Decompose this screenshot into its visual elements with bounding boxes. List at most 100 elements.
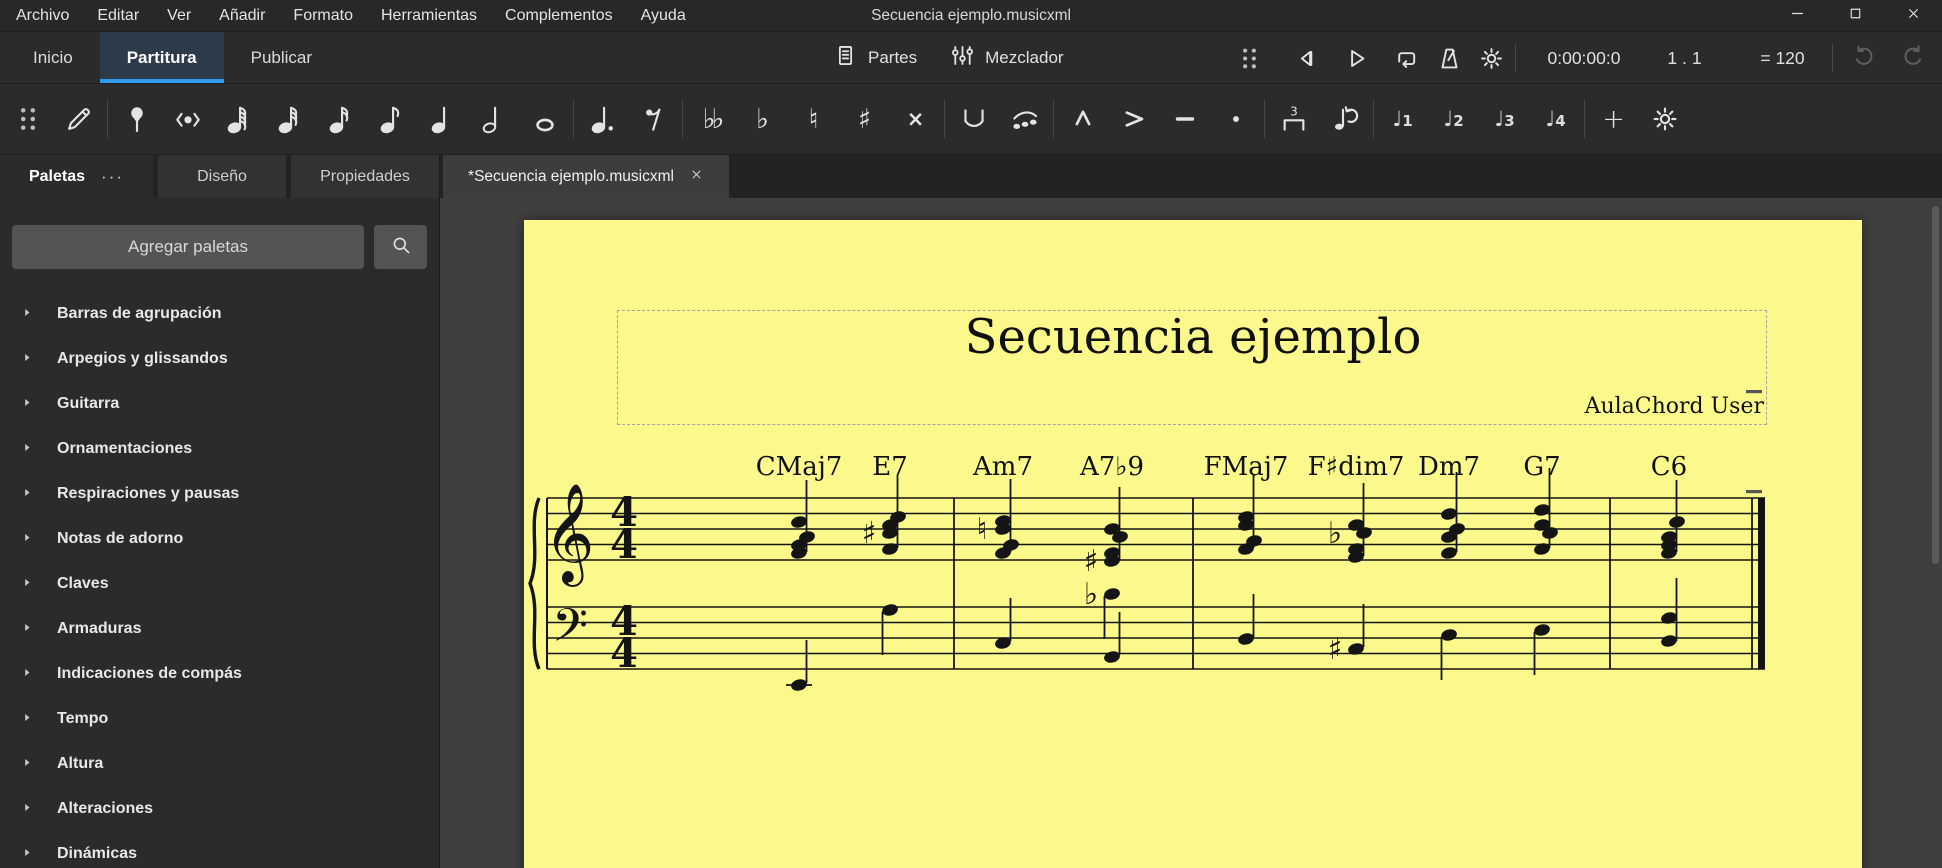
menu-item[interactable]: Archivo xyxy=(2,0,83,31)
palette-item[interactable]: Barras de agrupación xyxy=(12,291,427,336)
sharp-button[interactable]: ♯ xyxy=(839,90,890,148)
document-tab[interactable]: *Secuencia ejemplo.musicxml xyxy=(443,155,729,198)
minimize-button[interactable] xyxy=(1768,0,1826,31)
palette-item[interactable]: Guitarra xyxy=(12,381,427,426)
chord-symbol[interactable]: F♯dim7 xyxy=(1308,452,1405,482)
flip-direction-button[interactable] xyxy=(1319,90,1370,148)
repitch-button[interactable] xyxy=(162,90,213,148)
palette-item[interactable]: Altura xyxy=(12,741,427,786)
note-quarter-button[interactable] xyxy=(417,90,468,148)
palette-search-button[interactable] xyxy=(374,225,427,269)
palette-item[interactable]: Alteraciones xyxy=(12,786,427,831)
close-button[interactable] xyxy=(1884,0,1942,31)
panel-tab[interactable]: Propiedades xyxy=(291,155,439,198)
redo-button[interactable] xyxy=(1891,38,1933,78)
double-sharp-button[interactable]: × xyxy=(890,90,941,148)
chord-symbol[interactable]: A7♭9 xyxy=(1080,452,1144,482)
note-32nd-button[interactable] xyxy=(264,90,315,148)
menu-item[interactable]: Editar xyxy=(83,0,153,31)
palette-item[interactable]: Respiraciones y pausas xyxy=(12,471,427,516)
add-button[interactable]: + xyxy=(1588,90,1639,148)
staccato-button[interactable] xyxy=(1210,90,1261,148)
menu-item[interactable]: Ayuda xyxy=(627,0,700,31)
chord-symbol[interactable]: E7 xyxy=(872,452,908,482)
voice-1-button[interactable]: ♩ 1 xyxy=(1377,90,1428,148)
toolbar-separator xyxy=(1264,100,1265,138)
left-panel: Paletas ··· Diseño Propiedades Agregar pale… xyxy=(0,155,440,868)
palette-item-label: Armaduras xyxy=(57,619,142,637)
eighth-rest-button[interactable] xyxy=(628,90,679,148)
note-64th-button[interactable] xyxy=(213,90,264,148)
playback-drag-handle[interactable] xyxy=(1228,38,1270,78)
panel-tab[interactable]: Diseño xyxy=(158,155,286,198)
palette-item[interactable]: Tempo xyxy=(12,696,427,741)
palette-item[interactable]: Ornamentaciones xyxy=(12,426,427,471)
undo-button[interactable] xyxy=(1843,38,1885,78)
metronome-button[interactable] xyxy=(1428,38,1470,78)
separator xyxy=(1515,44,1516,72)
chord-symbol[interactable]: Dm7 xyxy=(1418,452,1480,482)
tab-close-icon[interactable] xyxy=(689,167,704,187)
tempo-display[interactable]: = 120 xyxy=(1730,32,1828,86)
tuplet-button[interactable]: 3 xyxy=(1268,90,1319,148)
notehead-cursor-button[interactable] xyxy=(111,90,162,148)
score-canvas[interactable]: Secuencia ejemplo AulaChord User 𝄞 𝄢 4 4 4 4 ♯… xyxy=(440,198,1942,868)
palette-item[interactable]: Indicaciones de compás xyxy=(12,651,427,696)
vertical-scrollbar[interactable] xyxy=(1932,206,1939,564)
palette-item-label: Altura xyxy=(57,754,104,772)
chord-symbol[interactable]: Am7 xyxy=(973,452,1033,482)
settings-button[interactable] xyxy=(1639,90,1690,148)
menu-item[interactable]: Añadir xyxy=(205,0,279,31)
settings-button[interactable] xyxy=(1470,38,1512,78)
drag-handle-button[interactable] xyxy=(2,90,53,148)
menu-item[interactable]: Ver xyxy=(153,0,205,31)
double-flat-button[interactable]: ♭♭ xyxy=(686,90,737,148)
palette-item[interactable]: Dinámicas xyxy=(12,831,427,868)
tenuto-button[interactable] xyxy=(1159,90,1210,148)
palette-item[interactable]: Notas de adorno xyxy=(12,516,427,561)
palette-item[interactable]: Arpegios y glissandos xyxy=(12,336,427,381)
mixer-icon xyxy=(949,42,976,74)
chord-symbol[interactable]: C6 xyxy=(1651,452,1687,482)
menu-item[interactable]: Herramientas xyxy=(367,0,491,31)
palette-item[interactable]: Armaduras xyxy=(12,606,427,651)
tie-button[interactable] xyxy=(948,90,999,148)
slur-button[interactable] xyxy=(999,90,1050,148)
flat-button[interactable]: ♭ xyxy=(737,90,788,148)
note-whole-button[interactable] xyxy=(519,90,570,148)
svg-text:♮: ♮ xyxy=(977,512,988,547)
palette-item[interactable]: Claves xyxy=(12,561,427,606)
playback-time[interactable]: 0:00:00:0 xyxy=(1530,32,1638,84)
main-tab[interactable]: Partitura xyxy=(99,32,224,83)
play-button[interactable] xyxy=(1334,38,1376,78)
menu-item[interactable]: Formato xyxy=(279,0,367,31)
palette-menu-button[interactable]: ··· xyxy=(101,167,124,187)
note-half-button[interactable] xyxy=(468,90,519,148)
accent-button[interactable] xyxy=(1108,90,1159,148)
chord-symbol[interactable]: FMaj7 xyxy=(1204,452,1289,482)
augmentation-dot-button[interactable] xyxy=(577,90,628,148)
marcato-button[interactable] xyxy=(1057,90,1108,148)
voice-2-button[interactable]: ♩ 2 xyxy=(1428,90,1479,148)
menu-item[interactable]: Complementos xyxy=(491,0,627,31)
note-8th-button[interactable] xyxy=(366,90,417,148)
panel-tab[interactable]: Paletas ··· xyxy=(0,155,153,198)
maximize-button[interactable] xyxy=(1826,0,1884,31)
natural-button[interactable]: ♮ xyxy=(788,90,839,148)
parts-button[interactable]: Partes xyxy=(832,42,917,74)
voice-3-button[interactable]: ♩ 3 xyxy=(1479,90,1530,148)
score-page[interactable]: Secuencia ejemplo AulaChord User 𝄞 𝄢 4 4 4 4 ♯… xyxy=(524,220,1862,868)
playback-position[interactable]: 1.1 xyxy=(1652,32,1722,84)
loop-button[interactable] xyxy=(1384,38,1426,78)
expand-triangle-icon xyxy=(22,620,33,638)
voice-4-button[interactable]: ♩ 4 xyxy=(1530,90,1581,148)
note-input-pencil-button[interactable] xyxy=(53,90,104,148)
rewind-button[interactable] xyxy=(1284,38,1326,78)
main-tab[interactable]: Publicar xyxy=(224,32,339,83)
note-16th-button[interactable] xyxy=(315,90,366,148)
add-palettes-button[interactable]: Agregar paletas xyxy=(12,225,364,269)
mixer-button[interactable]: Mezclador xyxy=(949,42,1064,74)
chord-symbol[interactable]: CMaj7 xyxy=(756,452,843,482)
chord-symbol[interactable]: G7 xyxy=(1523,452,1560,482)
main-tab[interactable]: Inicio xyxy=(6,32,100,83)
